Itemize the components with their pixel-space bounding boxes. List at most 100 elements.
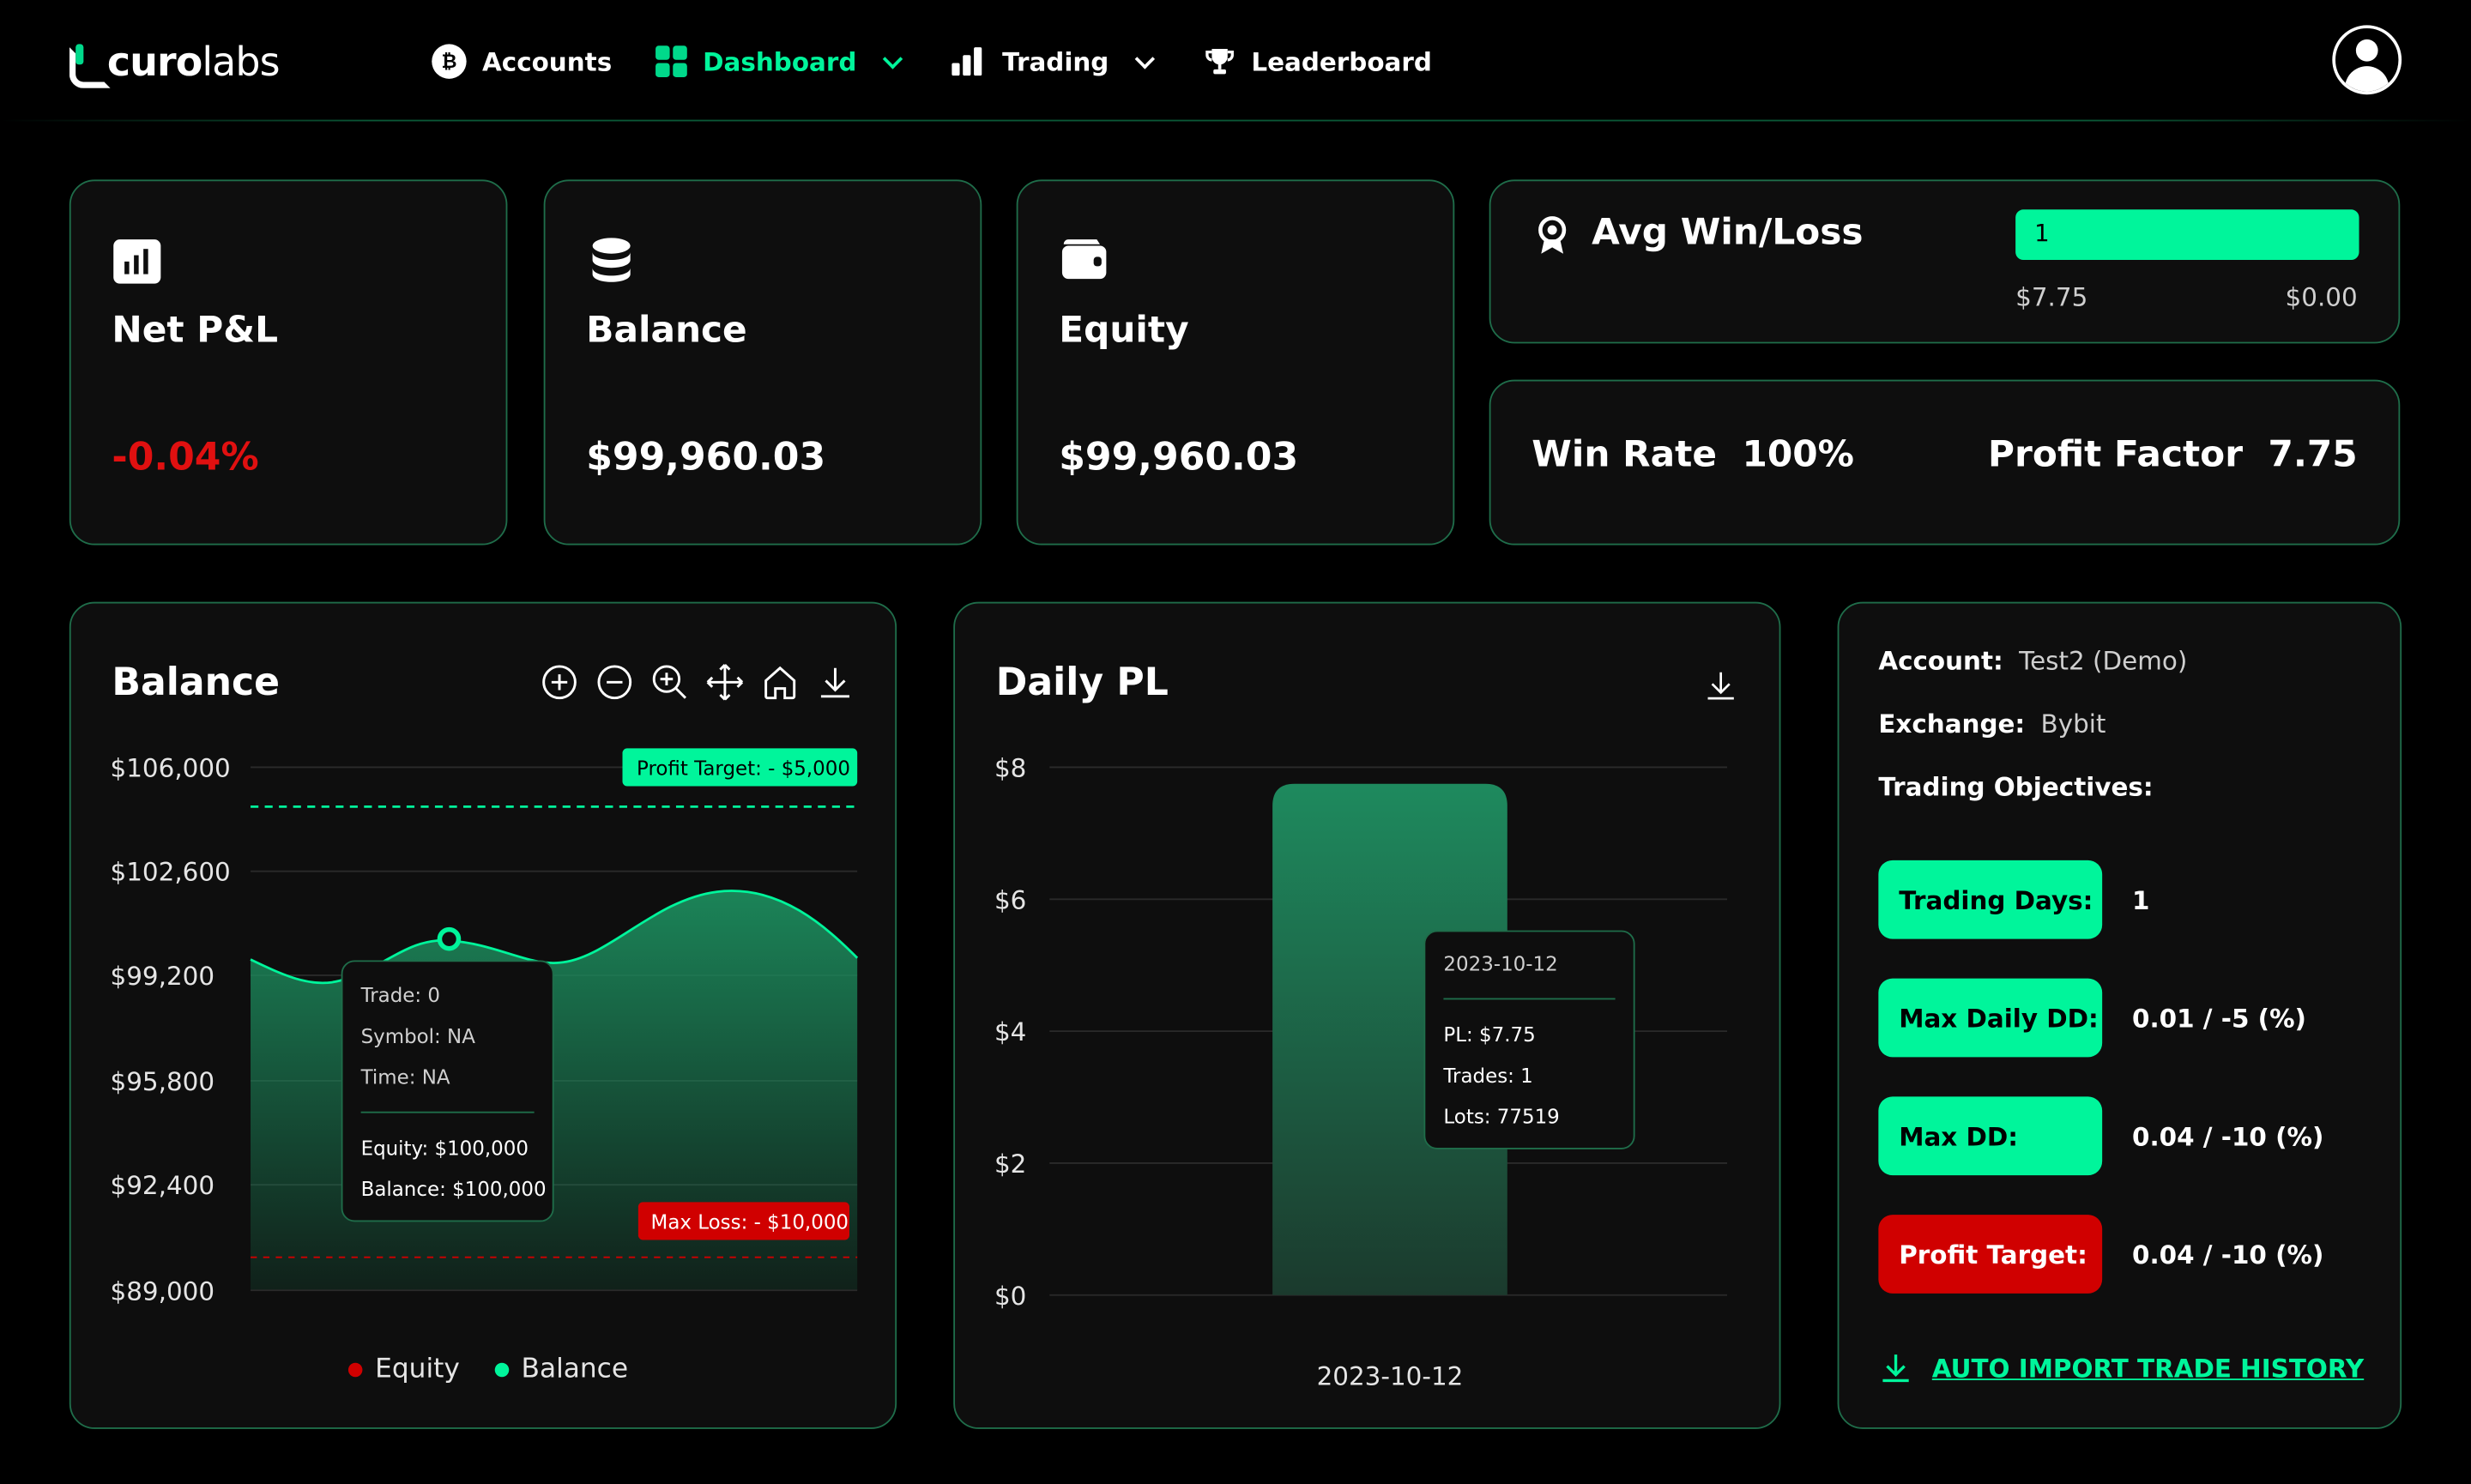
max-dd-value: 0.04 / -10 (%) (2132, 1121, 2324, 1152)
profit-factor: Profit Factor 7.75 (1988, 435, 2358, 476)
y-tick-label: $102,600 (111, 858, 231, 887)
exchange-label: Exchange: (1878, 709, 2026, 739)
legend-balance-dot (494, 1362, 509, 1378)
brand-logo[interactable]: curo labs (69, 38, 281, 88)
profit-factor-value: 7.75 (2268, 434, 2358, 476)
daily-pl-chart: $8 $6 $4 $2 $0 2023-10-12 2023-10-12 PL: $7.… (994, 753, 1728, 1390)
balance-tooltip: Trade: 0 Symbol: NA Time: NA Equity: $10… (341, 960, 554, 1222)
y-tick-labels: $106,000 $102,600 $99,200 $95,800 $92,40… (111, 753, 231, 1306)
balance-value: $99,960.03 (586, 434, 826, 480)
profit-target-value: 0.04 / -10 (%) (2132, 1240, 2324, 1270)
avatar-head (2355, 39, 2378, 62)
daily-pl-title: Daily PL (995, 660, 1169, 705)
daily-tooltip: 2023-10-12 PL: $7.75 Trades: 1 Lots: 775… (1423, 930, 1635, 1149)
profit-target-badge: Profit Target: - $5,000 (622, 748, 858, 787)
nav-dashboard[interactable]: Dashboard (656, 41, 903, 82)
nav-leaderboard-label: Leaderboard (1251, 46, 1432, 77)
zoom-in-icon[interactable] (541, 663, 578, 701)
hover-point[interactable] (437, 926, 462, 951)
profit-target-label: Profit Target: - $5,000 (637, 758, 850, 781)
nav-accounts[interactable]: ₿ Accounts (432, 41, 612, 82)
account-row: Account: Test2 (Demo) (1878, 646, 2187, 676)
trophy-icon (1205, 48, 1234, 75)
balance-card: Balance $99,960.03 (543, 179, 982, 546)
tooltip-lots: Lots: 77519 (1443, 1107, 1559, 1129)
objectives-heading: Trading Objectives: (1878, 772, 2169, 802)
win-loss-bar: 1 (2015, 209, 2359, 261)
nav-trading-label: Trading (1002, 46, 1109, 77)
tooltip-pl: PL: $7.75 (1443, 1024, 1535, 1047)
brand-part2: labs (202, 38, 280, 85)
top-nav: curo labs ₿ Accounts Dashboard Trading Le… (0, 0, 2471, 123)
net-pl-label: Net P&L (112, 310, 279, 352)
bar-chart-icon (952, 47, 986, 76)
home-icon[interactable] (761, 663, 799, 701)
y-tick-label: $89,000 (111, 1276, 214, 1306)
logo-icon (69, 44, 111, 88)
net-pl-card: Net P&L -0.04% (69, 179, 508, 546)
chart-legend: Equity Balance (347, 1353, 629, 1385)
nav-leaderboard[interactable]: Leaderboard (1204, 41, 1432, 82)
y-tick-label: $6 (994, 885, 1026, 914)
x-tick-labels: 2023-10-12 (1317, 1361, 1464, 1390)
win-rate-label: Win Rate (1532, 434, 1718, 476)
legend-balance[interactable]: Balance (494, 1353, 629, 1385)
balance-chart: $106,000 $102,600 $99,200 $95,800 $92,40… (111, 748, 859, 1306)
download-icon (1882, 1354, 1909, 1383)
account-label: Account: (1878, 646, 2003, 676)
download-icon[interactable] (1703, 667, 1737, 704)
trading-days-pill: Trading Days: (1878, 860, 2103, 939)
award-icon (1538, 216, 1567, 254)
legend-equity-label: Equity (375, 1353, 460, 1385)
max-daily-dd-value: 0.01 / -5 (%) (2132, 1003, 2306, 1034)
magnifier-zoom-icon[interactable] (651, 663, 689, 701)
equity-label: Equity (1059, 310, 1189, 352)
profit-target-pill: Profit Target: (1878, 1215, 2103, 1294)
max-dd-pill: Max DD: (1878, 1096, 2103, 1176)
dashboard-grid-icon (656, 45, 687, 77)
y-tick-label: $95,800 (111, 1067, 214, 1096)
tooltip-trade: Trade: 0 (360, 985, 440, 1007)
auto-import-label: AUTO IMPORT TRADE HISTORY (1931, 1352, 2365, 1383)
tooltip-balance: Balance: $100,000 (361, 1179, 547, 1201)
tooltip-time: Time: NA (360, 1067, 450, 1089)
database-icon (592, 238, 631, 282)
tooltip-date: 2023-10-12 (1443, 953, 1557, 975)
y-tick-label: $2 (994, 1149, 1026, 1179)
pan-icon[interactable] (706, 663, 744, 701)
avatar-body (2345, 66, 2389, 92)
profit-factor-label: Profit Factor (1988, 434, 2244, 476)
brand-part1: curo (106, 38, 202, 85)
auto-import-link[interactable]: AUTO IMPORT TRADE HISTORY (1878, 1350, 2364, 1384)
zoom-out-icon[interactable] (595, 663, 633, 701)
exchange-row: Exchange: Bybit (1878, 709, 2105, 739)
win-rate-value: 100% (1742, 434, 1854, 476)
max-loss-badge: Max Loss: - $10,000 (637, 1202, 849, 1240)
trading-days-value: 1 (2132, 885, 2150, 916)
y-tick-labels: $8 $6 $4 $2 $0 (994, 753, 1026, 1310)
y-tick-label: $106,000 (111, 753, 231, 782)
legend-equity[interactable]: Equity (347, 1353, 460, 1385)
nav-trading[interactable]: Trading (952, 41, 1155, 82)
y-tick-label: $99,200 (111, 962, 214, 991)
user-avatar[interactable] (2332, 25, 2402, 95)
account-panel: Account: Test2 (Demo) Exchange: Bybit Trad… (1837, 601, 2402, 1429)
equity-value: $99,960.03 (1059, 434, 1299, 480)
wallet-icon (1061, 239, 1107, 280)
tooltip-equity: Equity: $100,000 (361, 1137, 529, 1160)
balance-chart-panel: Balance $106,000 $102,600 $99,200 $95,80… (69, 601, 897, 1429)
legend-balance-label: Balance (521, 1353, 629, 1385)
nav-dashboard-label: Dashboard (703, 46, 857, 77)
avg-win-loss-card: Avg Win/Loss 1 $7.75 $0.00 (1489, 179, 2401, 344)
tooltip-trades: Trades: 1 (1442, 1065, 1532, 1088)
y-tick-label: $0 (994, 1282, 1026, 1311)
account-value: Test2 (Demo) (2019, 646, 2188, 676)
daily-pl-panel: Daily PL $8 $6 $4 $2 $0 2023-10-12 2023-10-1… (953, 601, 1781, 1429)
download-icon[interactable] (816, 663, 854, 701)
y-tick-label: $92,400 (111, 1171, 214, 1200)
coin-icon: ₿ (432, 44, 467, 79)
avg-win-value: $7.75 (2015, 281, 2088, 312)
header-divider (0, 119, 2471, 122)
equity-card: Equity $99,960.03 (1016, 179, 1455, 546)
win-rate: Win Rate 100% (1532, 435, 1854, 476)
